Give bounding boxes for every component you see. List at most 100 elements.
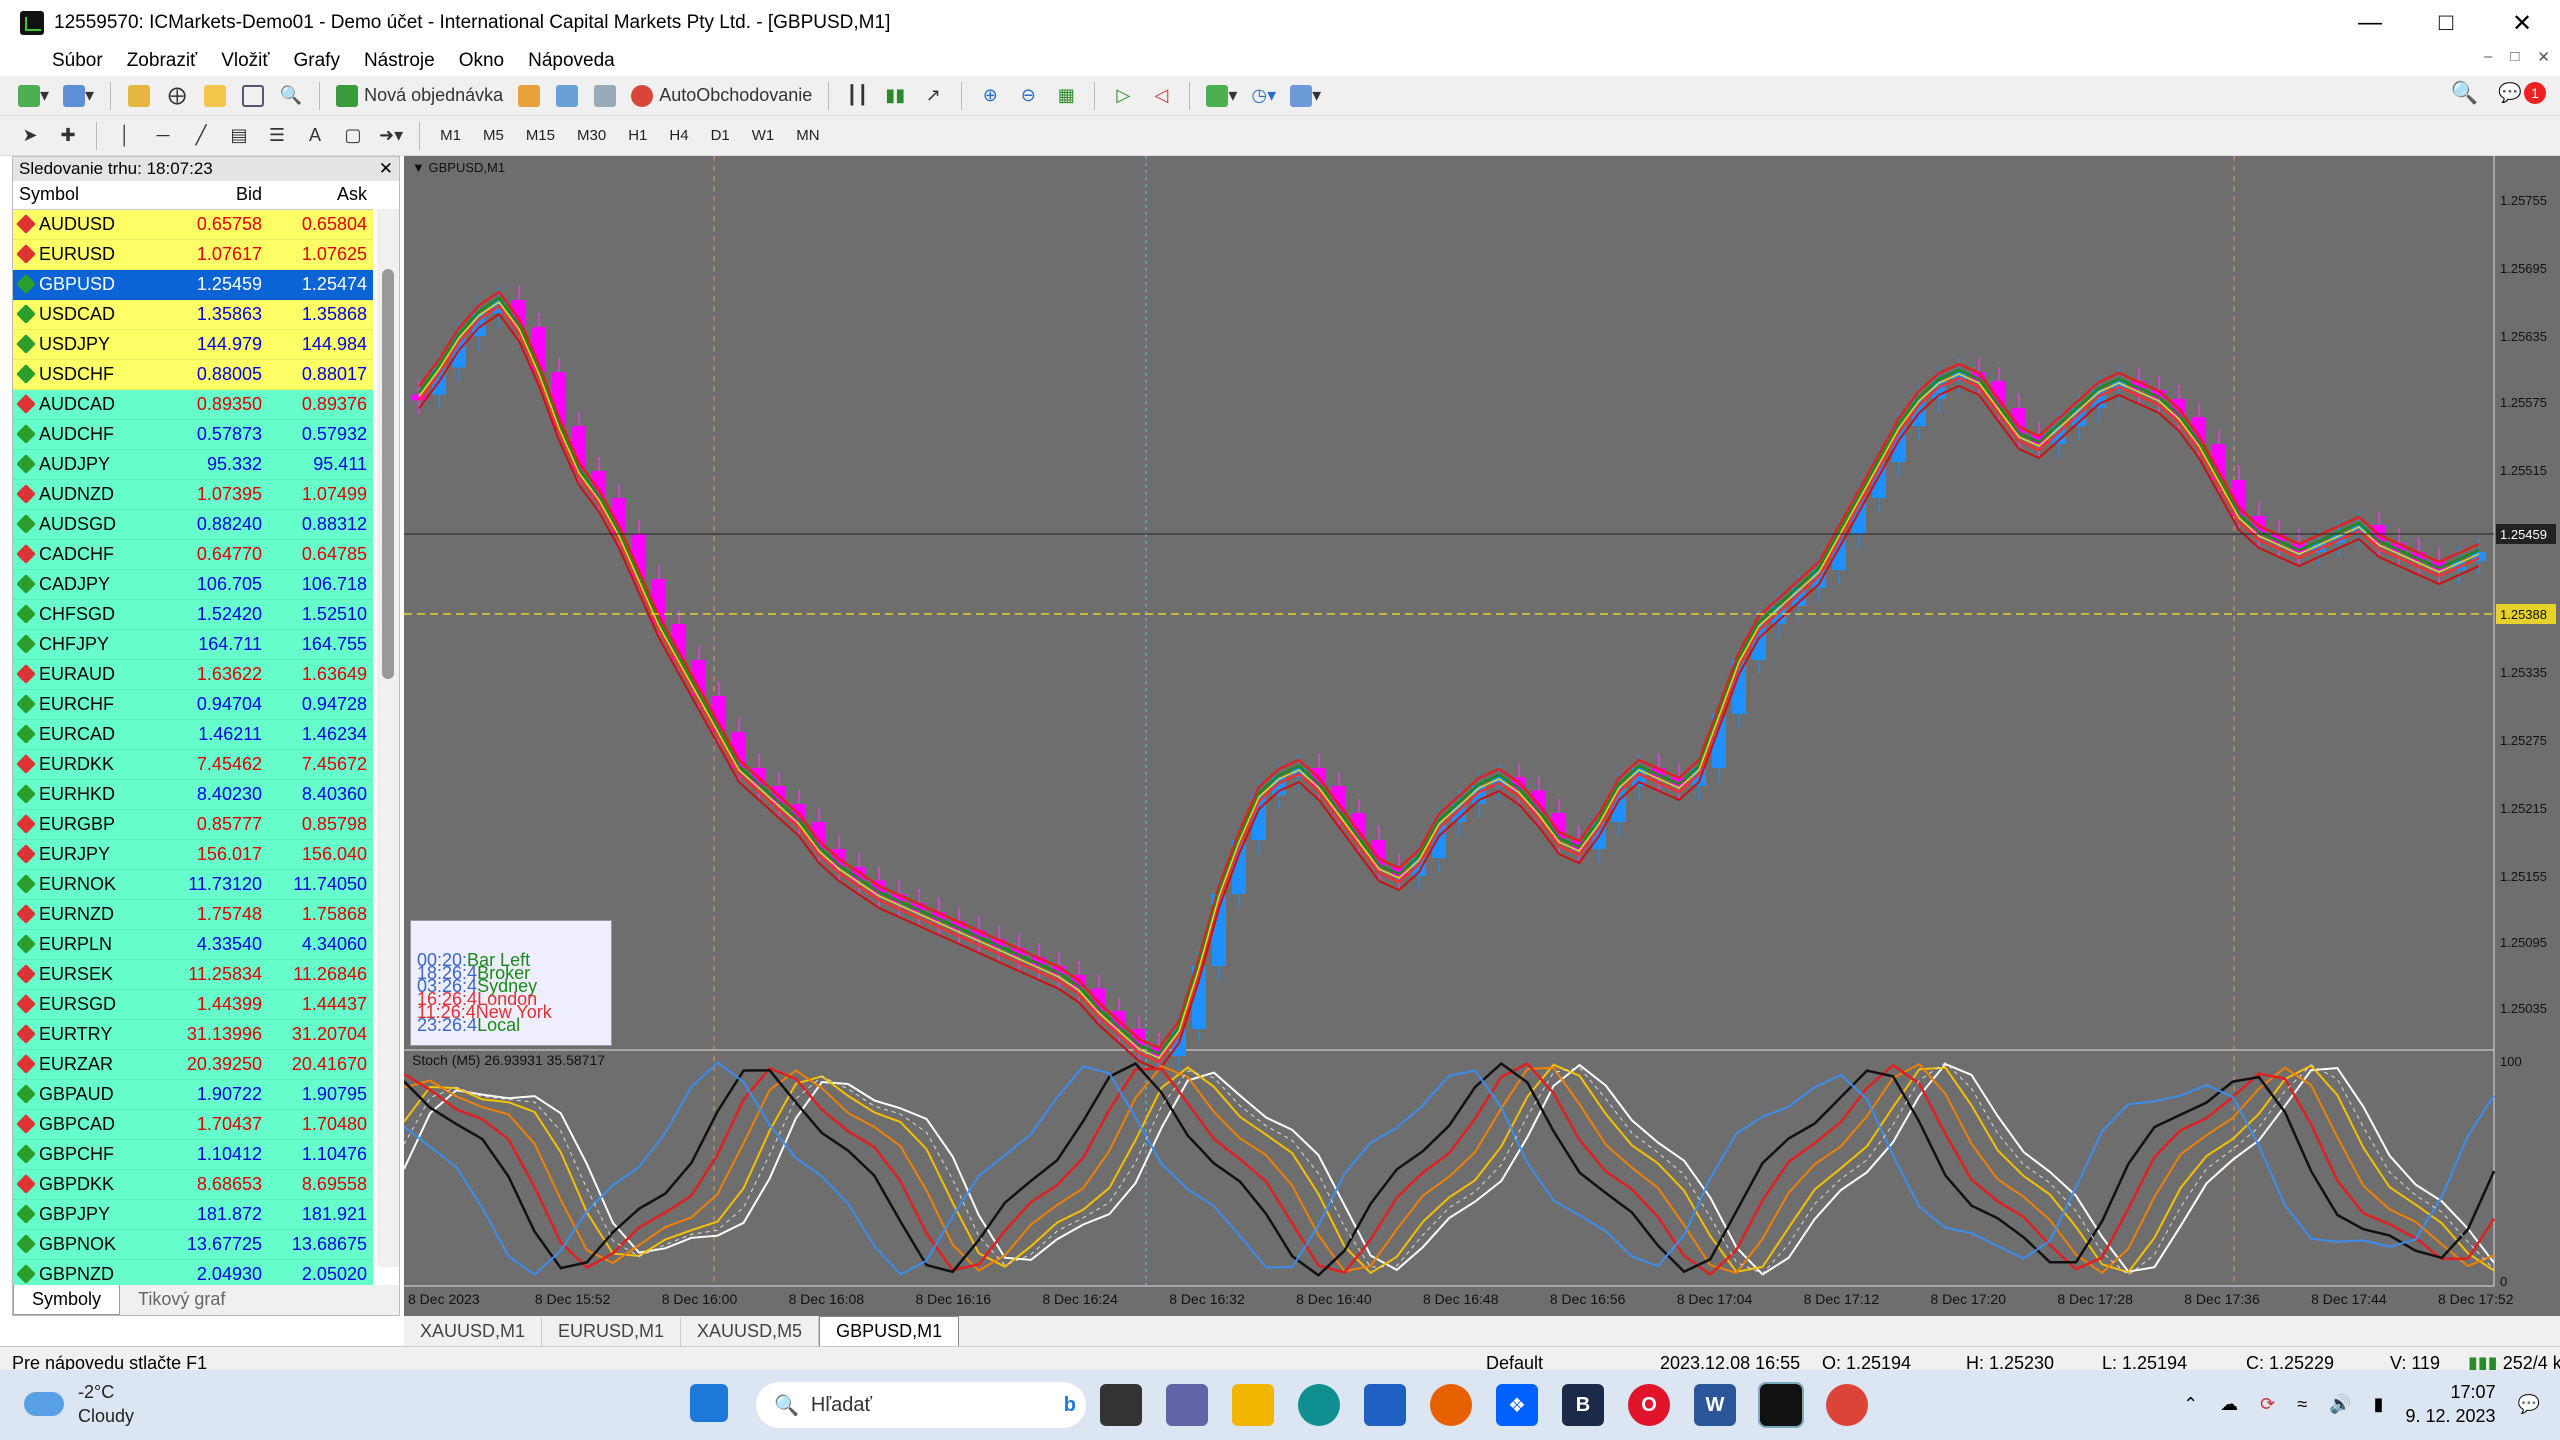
menu-view[interactable]: Zobraziť xyxy=(115,50,209,72)
new-order-button[interactable]: Nová objednávka xyxy=(332,81,507,111)
trendline-icon[interactable]: ╱ xyxy=(185,121,217,151)
task-view-icon[interactable] xyxy=(1100,1384,1142,1426)
crosshair-icon[interactable]: ✚ xyxy=(52,121,84,151)
notification-center-icon[interactable]: 💬 xyxy=(2518,1394,2540,1415)
child-restore-icon[interactable]: □ xyxy=(2510,48,2519,66)
menu-help[interactable]: Nápoveda xyxy=(516,50,627,72)
tester-icon[interactable]: 🔍 xyxy=(275,81,307,111)
minimize-button[interactable]: — xyxy=(2332,0,2408,46)
file-explorer-icon[interactable] xyxy=(1232,1384,1274,1426)
market-row-eursgd[interactable]: EURSGD 1.44399 1.44437 xyxy=(13,989,373,1020)
volume-icon[interactable]: 🔊 xyxy=(2329,1394,2351,1415)
market-row-audnzd[interactable]: AUDNZD 1.07395 1.07499 xyxy=(13,479,373,510)
menu-insert[interactable]: Vložiť xyxy=(209,50,281,72)
chart-shift-icon[interactable]: ◁ xyxy=(1145,81,1177,111)
market-row-usdjpy[interactable]: USDJPY 144.979 144.984 xyxy=(13,329,373,360)
tab-eurusd-m1[interactable]: EURUSD,M1 xyxy=(542,1317,682,1346)
timeframe-w1[interactable]: W1 xyxy=(744,127,783,144)
zoom-in-icon[interactable]: ⊕ xyxy=(974,81,1006,111)
candlestick-icon[interactable]: ▮▮ xyxy=(879,81,911,111)
market-row-eurtry[interactable]: EURTRY 31.13996 31.20704 xyxy=(13,1019,373,1050)
tab-xauusd-m5[interactable]: XAUUSD,M5 xyxy=(681,1317,820,1346)
b-app-icon[interactable]: B xyxy=(1562,1384,1604,1426)
market-row-audjpy[interactable]: AUDJPY 95.332 95.411 xyxy=(13,449,373,480)
market-row-audsgd[interactable]: AUDSGD 0.88240 0.88312 xyxy=(13,509,373,540)
market-row-eurdkk[interactable]: EURDKK 7.45462 7.45672 xyxy=(13,749,373,780)
market-row-cadchf[interactable]: CADCHF 0.64770 0.64785 xyxy=(13,539,373,570)
market-row-eurnzd[interactable]: EURNZD 1.75748 1.75868 xyxy=(13,899,373,930)
taskbar-clock[interactable]: 17:07 9. 12. 2023 xyxy=(2405,1380,2495,1428)
menu-file[interactable]: Súbor xyxy=(40,50,115,72)
menu-window[interactable]: Okno xyxy=(447,50,516,72)
market-row-chfjpy[interactable]: CHFJPY 164.711 164.755 xyxy=(13,629,373,660)
auto-scroll-icon[interactable]: ▷ xyxy=(1107,81,1139,111)
cursor-icon[interactable]: ➤ xyxy=(14,121,46,151)
market-row-eurhkd[interactable]: EURHKD 8.40230 8.40360 xyxy=(13,779,373,810)
zoom-out-icon[interactable]: ⊖ xyxy=(1012,81,1044,111)
maximize-button[interactable]: □ xyxy=(2408,0,2484,46)
edge-icon[interactable] xyxy=(1298,1384,1340,1426)
child-close-icon[interactable]: ✕ xyxy=(2537,48,2550,66)
tab-symbols[interactable]: Symboly xyxy=(13,1285,121,1315)
notifications-icon[interactable]: 💬 1 xyxy=(2498,81,2546,105)
market-watch-scrollbar[interactable] xyxy=(377,209,399,1267)
timeframe-m5[interactable]: M5 xyxy=(475,127,512,144)
search-icon[interactable]: 🔍 xyxy=(2451,80,2478,106)
arrows-icon[interactable]: ➜▾ xyxy=(375,121,407,151)
tile-windows-icon[interactable]: ▦ xyxy=(1050,81,1082,111)
market-row-usdcad[interactable]: USDCAD 1.35863 1.35868 xyxy=(13,299,373,330)
text-label-icon[interactable]: ▢ xyxy=(337,121,369,151)
market-row-eurpln[interactable]: EURPLN 4.33540 4.34060 xyxy=(13,929,373,960)
market-row-eurzar[interactable]: EURZAR 20.39250 20.41670 xyxy=(13,1049,373,1080)
bar-chart-icon[interactable]: ┃┃ xyxy=(841,81,873,111)
vertical-line-icon[interactable]: │ xyxy=(109,121,141,151)
weather-widget[interactable]: -2°C Cloudy xyxy=(24,1380,134,1428)
chart-window[interactable]: 1.25755 1.25695 1.25635 1.25575 1.25515 1.254… xyxy=(403,156,2560,1316)
chrome-icon[interactable] xyxy=(1826,1384,1868,1426)
price-chart[interactable]: 1.25755 1.25695 1.25635 1.25575 1.25515 1.254… xyxy=(403,156,2560,1316)
tab-xauusd-m1[interactable]: XAUUSD,M1 xyxy=(404,1317,543,1346)
timeframe-m15[interactable]: M15 xyxy=(518,127,563,144)
market-watch-close-icon[interactable]: ✕ xyxy=(379,159,393,179)
data-window-icon[interactable]: ⨁ xyxy=(161,81,193,111)
tab-tick-chart[interactable]: Tikový graf xyxy=(120,1285,243,1315)
menu-charts[interactable]: Grafy xyxy=(282,50,352,72)
tray-sync-icon[interactable]: ⟳ xyxy=(2260,1394,2275,1415)
text-icon[interactable]: A xyxy=(299,121,331,151)
timeframe-h1[interactable]: H1 xyxy=(620,127,655,144)
metatrader-taskbar-icon[interactable] xyxy=(1758,1382,1804,1428)
timeframe-d1[interactable]: D1 xyxy=(703,127,738,144)
templates-icon[interactable]: ▾ xyxy=(1286,81,1325,111)
firefox-icon[interactable] xyxy=(1430,1384,1472,1426)
signals-icon[interactable] xyxy=(551,81,583,111)
market-row-gbpnok[interactable]: GBPNOK 13.67725 13.68675 xyxy=(13,1229,373,1260)
market-row-usdchf[interactable]: USDCHF 0.88005 0.88017 xyxy=(13,359,373,390)
new-chart-icon[interactable]: ▾ xyxy=(14,81,53,111)
market-row-gbpdkk[interactable]: GBPDKK 8.68653 8.69558 xyxy=(13,1169,373,1200)
line-chart-icon[interactable]: ↗ xyxy=(917,81,949,111)
market-icon[interactable] xyxy=(589,81,621,111)
column-symbol[interactable]: Symbol xyxy=(13,181,163,210)
market-row-gbpcad[interactable]: GBPCAD 1.70437 1.70480 xyxy=(13,1109,373,1140)
column-bid[interactable]: Bid xyxy=(163,181,268,210)
market-row-gbpusd[interactable]: GBPUSD 1.25459 1.25474 xyxy=(13,269,373,300)
market-watch-icon[interactable] xyxy=(123,81,155,111)
market-row-eurjpy[interactable]: EURJPY 156.017 156.040 xyxy=(13,839,373,870)
market-row-gbpjpy[interactable]: GBPJPY 181.872 181.921 xyxy=(13,1199,373,1230)
dropbox-icon[interactable]: ❖ xyxy=(1496,1384,1538,1426)
start-icon[interactable] xyxy=(690,1384,728,1422)
timeframe-m30[interactable]: M30 xyxy=(569,127,614,144)
market-row-eurnok[interactable]: EURNOK 11.73120 11.74050 xyxy=(13,869,373,900)
indicators-icon[interactable]: ▾ xyxy=(1202,81,1241,111)
market-row-audcad[interactable]: AUDCAD 0.89350 0.89376 xyxy=(13,389,373,420)
navigator-icon[interactable] xyxy=(199,81,231,111)
market-row-euraud[interactable]: EURAUD 1.63622 1.63649 xyxy=(13,659,373,690)
market-row-audchf[interactable]: AUDCHF 0.57873 0.57932 xyxy=(13,419,373,450)
opera-icon[interactable]: O xyxy=(1628,1384,1670,1426)
timeframe-m1[interactable]: M1 xyxy=(432,127,469,144)
market-row-audusd[interactable]: AUDUSD 0.65758 0.65804 xyxy=(13,209,373,240)
taskbar-search[interactable]: 🔍 Hľadať b xyxy=(756,1382,1086,1428)
tray-app-icon[interactable]: ☁ xyxy=(2220,1394,2238,1415)
wifi-icon[interactable]: ≈ xyxy=(2297,1394,2307,1415)
menu-tools[interactable]: Nástroje xyxy=(352,50,447,72)
